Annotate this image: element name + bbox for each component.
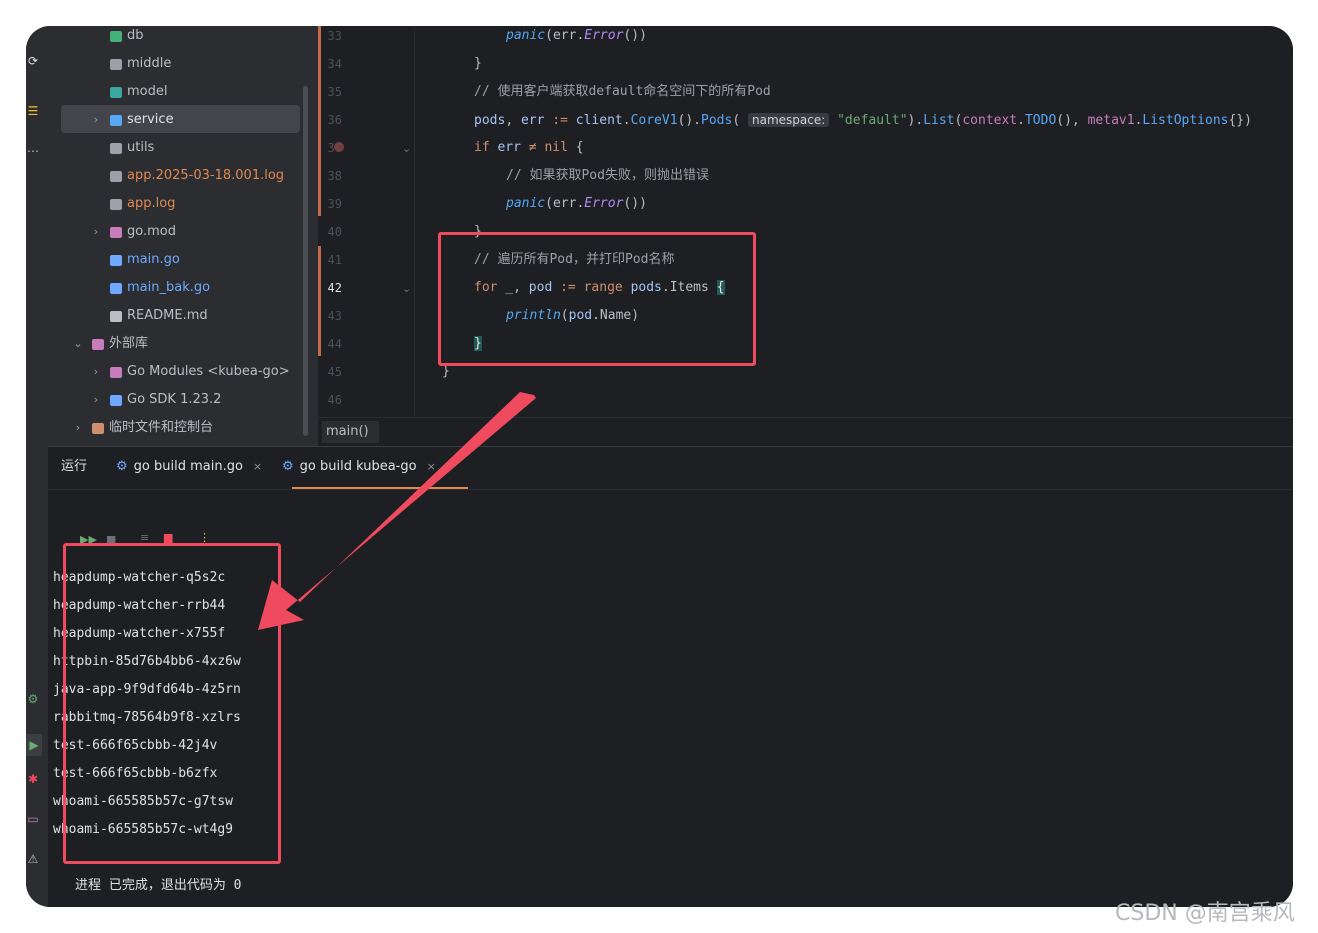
annotation-arrow <box>258 392 536 630</box>
watermark: CSDN @南宫乘风 <box>1115 901 1295 926</box>
arrow-shape <box>258 392 536 630</box>
